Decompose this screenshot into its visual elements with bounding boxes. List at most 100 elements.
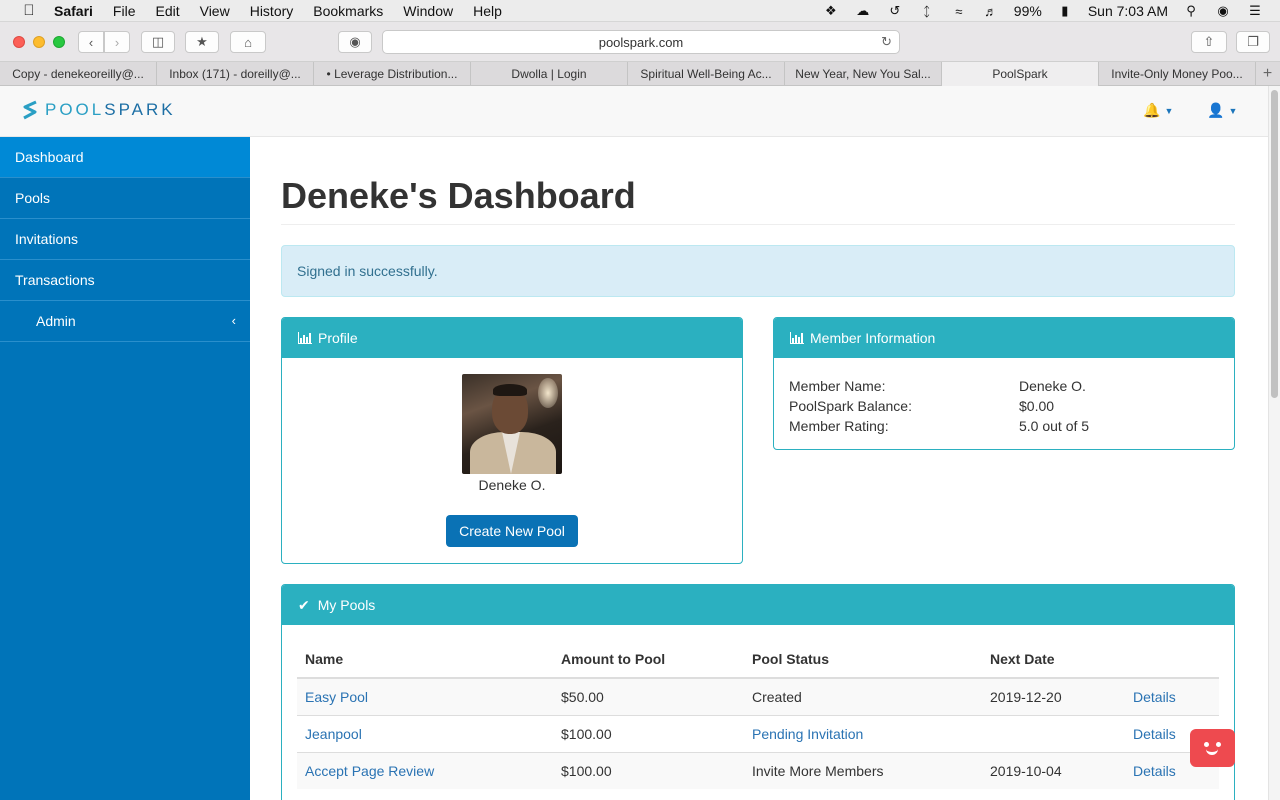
pool-amount: $50.00: [553, 677, 744, 715]
sidebar-item-label: Admin: [36, 313, 76, 329]
pool-next-date: 2019-10-04: [982, 751, 1125, 789]
volume-icon[interactable]: ♬: [982, 4, 1000, 19]
pool-status-link[interactable]: Pending Invitation: [752, 726, 863, 742]
menu-help[interactable]: Help: [473, 3, 502, 19]
browser-tab[interactable]: New Year, New You Sal...: [785, 62, 942, 86]
close-window-icon[interactable]: [13, 35, 25, 48]
info-value: $0.00: [1019, 398, 1055, 414]
grammarly-icon: ◉: [349, 34, 361, 49]
pool-name-link[interactable]: Jeanpool: [305, 726, 362, 742]
bar-chart-icon: [790, 332, 804, 344]
share-icon: ⇧: [1203, 34, 1215, 49]
menu-history[interactable]: History: [250, 3, 294, 19]
scrollbar-thumb[interactable]: [1271, 90, 1278, 398]
siri-icon[interactable]: ◉: [1214, 3, 1232, 19]
sidebar-item-dashboard[interactable]: Dashboard: [0, 137, 250, 178]
member-information-heading: Member Information: [774, 318, 1234, 358]
sidebar-toggle-button[interactable]: ◫: [141, 31, 175, 53]
browser-tab[interactable]: Dwolla | Login: [471, 62, 628, 86]
apple-menu-icon[interactable]: : [20, 2, 38, 19]
sidebar-item-transactions[interactable]: Transactions: [0, 260, 250, 301]
menu-edit[interactable]: Edit: [155, 3, 179, 19]
create-new-pool-button[interactable]: Create New Pool: [446, 515, 578, 547]
poolspark-logo[interactable]: POOLSPARK: [20, 99, 176, 121]
address-bar[interactable]: poolspark.com ↻: [382, 30, 900, 54]
browser-tab[interactable]: • Leverage Distribution...: [314, 62, 471, 86]
caret-down-icon: ▼: [1228, 105, 1238, 116]
menu-view[interactable]: View: [200, 3, 230, 19]
menu-window[interactable]: Window: [403, 3, 453, 19]
home-icon: ⌂: [244, 34, 252, 50]
chevron-right-icon: ›: [114, 34, 120, 50]
menu-bookmarks[interactable]: Bookmarks: [313, 3, 383, 19]
bookmarks-button[interactable]: ★: [185, 31, 219, 53]
time-machine-icon[interactable]: ↺: [886, 3, 904, 19]
chevron-left-icon: ‹: [88, 34, 94, 50]
profile-name: Deneke O.: [478, 477, 546, 493]
pool-name-link[interactable]: Easy Pool: [305, 689, 368, 705]
main-content: Deneke's Dashboard Signed in successfull…: [250, 137, 1268, 800]
sidebar-item-label: Pools: [15, 190, 51, 206]
browser-tab-active[interactable]: PoolSpark: [942, 62, 1099, 86]
balance-row: PoolSpark Balance: $0.00: [789, 396, 1089, 416]
browser-tab[interactable]: Copy - denekeoreilly@...: [0, 62, 157, 86]
info-label: Member Rating:: [789, 418, 889, 434]
browser-tab[interactable]: Invite-Only Money Poo...: [1099, 62, 1256, 86]
back-button[interactable]: ‹: [78, 31, 104, 53]
title-divider: [281, 224, 1235, 225]
sidebar-item-admin[interactable]: Admin ‹: [0, 301, 250, 342]
browser-tab[interactable]: Spiritual Well-Being Ac...: [628, 62, 785, 86]
details-link[interactable]: Details: [1133, 726, 1176, 742]
zoom-window-icon[interactable]: [53, 35, 65, 48]
menu-app-safari[interactable]: Safari: [54, 3, 93, 19]
sidebar-item-invitations[interactable]: Invitations: [0, 219, 250, 260]
extension-button[interactable]: ◉: [338, 31, 372, 53]
forward-button[interactable]: ›: [104, 31, 130, 53]
info-value: 5.0 out of 5: [1019, 418, 1090, 434]
user-menu-dropdown[interactable]: 👤 ▼: [1207, 102, 1237, 119]
browser-tab[interactable]: Inbox (171) - doreilly@...: [157, 62, 314, 86]
macos-menubar:  Safari File Edit View History Bookmark…: [0, 0, 1280, 22]
spotlight-search-icon[interactable]: ⚲: [1182, 3, 1200, 19]
profile-panel-heading: Profile: [282, 318, 742, 358]
chat-widget-button[interactable]: [1190, 729, 1235, 767]
star-icon: ★: [196, 34, 208, 49]
reload-icon[interactable]: ↻: [881, 34, 892, 50]
pool-amount: $100.00: [553, 714, 744, 752]
wifi-icon[interactable]: ≈: [950, 4, 968, 19]
cloud-upload-icon[interactable]: ☁: [854, 3, 872, 19]
details-link[interactable]: Details: [1133, 763, 1176, 779]
profile-panel: Profile Deneke O. Create New Pool: [281, 317, 743, 564]
column-header-action: [1125, 641, 1219, 679]
notifications-dropdown[interactable]: 🔔 ▼: [1143, 102, 1173, 119]
bluetooth-icon[interactable]: ᛨ: [918, 4, 936, 19]
sidebar-icon: ◫: [151, 34, 165, 49]
table-row: Easy Pool $50.00 Created 2019-12-20 Deta…: [297, 677, 1219, 715]
tab-overview-button[interactable]: ❐: [1236, 31, 1270, 53]
my-pools-panel: ✔ My Pools Name Amount to Pool Pool Stat…: [281, 584, 1235, 800]
new-tab-button[interactable]: +: [1256, 62, 1279, 85]
pool-name-link[interactable]: Accept Page Review: [305, 763, 434, 779]
sidebar-item-label: Invitations: [15, 231, 79, 247]
window-controls: [13, 35, 65, 48]
home-button[interactable]: ⌂: [230, 31, 266, 53]
panel-title: Profile: [318, 330, 358, 346]
sidebar-item-pools[interactable]: Pools: [0, 178, 250, 219]
battery-icon[interactable]: ▮: [1056, 3, 1074, 19]
dropbox-icon[interactable]: ❖: [822, 3, 840, 19]
sidebar-item-label: Dashboard: [15, 149, 84, 165]
menubar-clock[interactable]: Sun 7:03 AM: [1088, 3, 1168, 19]
pool-next-date: [982, 714, 1125, 752]
menu-file[interactable]: File: [113, 3, 136, 19]
browser-toolbar: ‹ › ◫ ★ ⌂ ◉ poolspark.com ↻ ⇧ ❐: [0, 22, 1280, 62]
minimize-window-icon[interactable]: [33, 35, 45, 48]
share-button[interactable]: ⇧: [1191, 31, 1227, 53]
page-scrollbar[interactable]: [1268, 86, 1280, 800]
notification-center-icon[interactable]: ☰: [1246, 3, 1264, 19]
browser-tab-bar: Copy - denekeoreilly@... Inbox (171) - d…: [0, 62, 1280, 86]
member-information-panel: Member Information Member Name: Deneke O…: [773, 317, 1235, 450]
chevron-left-icon: ‹: [231, 313, 236, 328]
details-link[interactable]: Details: [1133, 689, 1176, 705]
bell-icon: 🔔: [1143, 102, 1161, 118]
user-icon: 👤: [1207, 102, 1225, 118]
